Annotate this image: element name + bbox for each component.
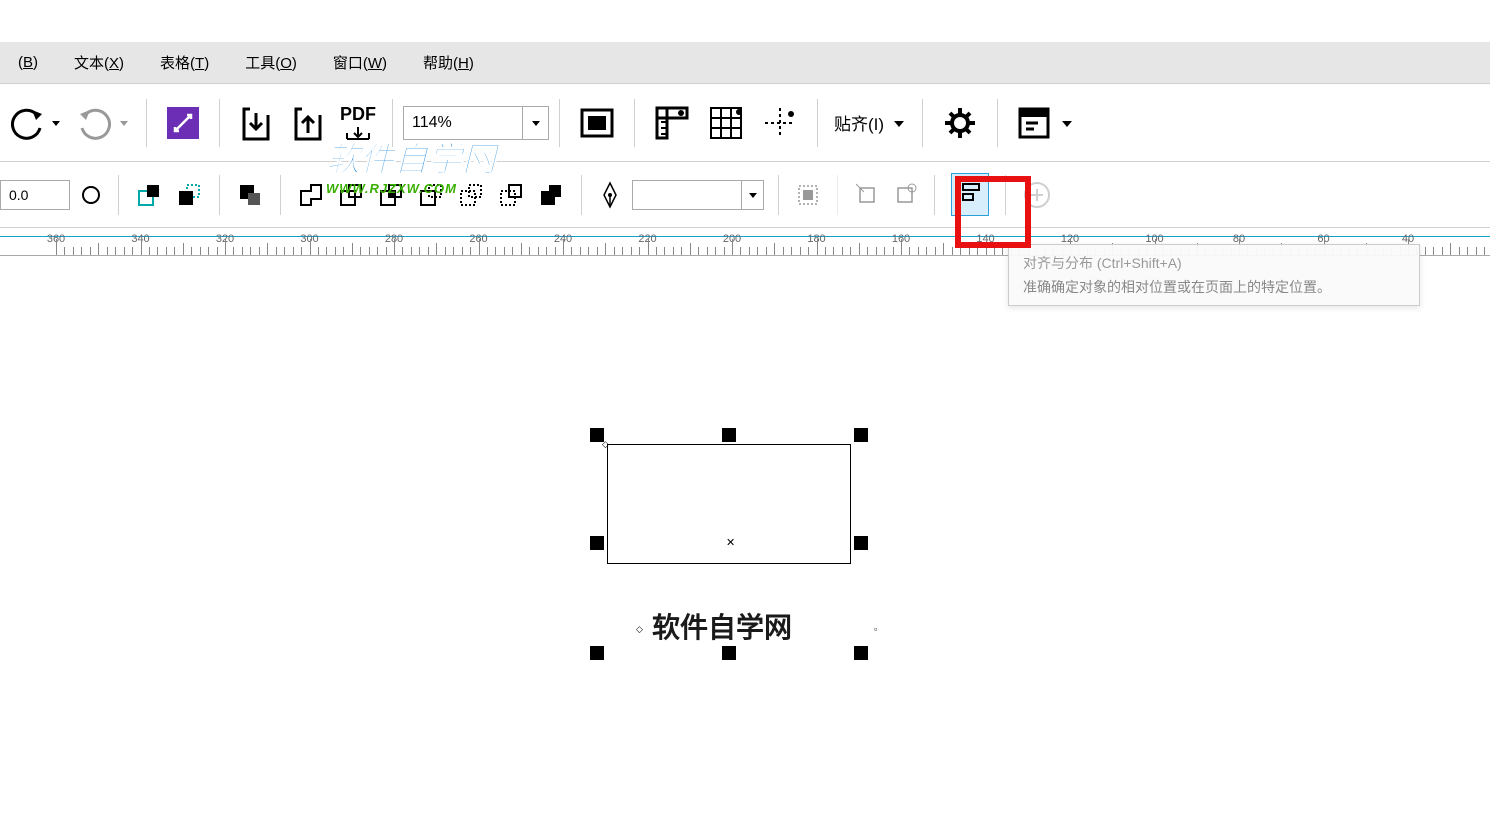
add-button [1022, 180, 1052, 210]
export-button[interactable] [236, 103, 276, 143]
guidelines-button[interactable] [759, 102, 801, 144]
selection-handle[interactable] [590, 536, 604, 550]
chevron-down-icon [530, 117, 542, 129]
canvas-area[interactable]: ✕ ◇ 软件自学网 ◇ ▫ [0, 256, 1490, 821]
chevron-down-icon [118, 117, 130, 129]
value-input[interactable] [0, 180, 70, 210]
selection-handle[interactable] [722, 428, 736, 442]
menu-item-tools[interactable]: 工具(O) [227, 52, 315, 73]
toolbar-separator [392, 99, 393, 147]
menu-item-help[interactable]: 帮助(H) [405, 52, 492, 73]
redo-button[interactable] [74, 102, 130, 144]
selection-handle[interactable] [854, 428, 868, 442]
snap-button[interactable]: 贴齐(I) [834, 110, 906, 135]
weld-button[interactable] [297, 181, 325, 209]
outline-pen-button[interactable] [598, 181, 622, 209]
chevron-down-icon [1060, 117, 1074, 129]
menu-item-text[interactable]: 文本(X) [56, 52, 142, 73]
intersect-button[interactable] [377, 181, 405, 209]
align-distribute-button[interactable] [951, 173, 989, 216]
toolbar-separator [219, 175, 220, 215]
toolbar-separator [219, 99, 220, 147]
pdf-export-button[interactable]: PDF [340, 104, 376, 141]
align-icon [951, 173, 989, 216]
toolbar-separator [997, 99, 998, 147]
powerclip-button [854, 182, 880, 208]
gear-icon [939, 102, 981, 144]
toolbar-separator [1005, 175, 1006, 215]
toolbar-separator [922, 99, 923, 147]
toolbar-separator [118, 175, 119, 215]
import-file-button[interactable] [288, 103, 328, 143]
toolbar-separator [581, 175, 582, 215]
selection-handle[interactable] [590, 428, 604, 442]
selection-handle[interactable] [722, 646, 736, 660]
convert-curves-button[interactable] [236, 181, 264, 209]
toolbar-separator [817, 99, 818, 147]
menu-item-table[interactable]: 表格(T) [142, 52, 227, 73]
options-button[interactable] [939, 102, 981, 144]
zoom-input[interactable] [403, 106, 523, 140]
to-front-button[interactable] [135, 181, 163, 209]
undo-button[interactable] [6, 102, 62, 144]
chevron-down-icon [892, 117, 906, 129]
toolbar-separator [559, 99, 560, 147]
trim-button[interactable] [337, 181, 365, 209]
boundary-button[interactable] [537, 181, 565, 209]
grid-button[interactable] [705, 102, 747, 144]
toolbar-separator [634, 99, 635, 147]
object-center-marker: ✕ [726, 536, 735, 549]
launch-button[interactable] [1014, 103, 1074, 143]
outline-width-combo[interactable] [632, 180, 764, 210]
toolbar-separator [837, 175, 838, 215]
property-bar [0, 162, 1490, 228]
toolbar-separator [778, 175, 779, 215]
toolbar-separator [280, 175, 281, 215]
pen-icon [598, 181, 622, 209]
menu-item-b[interactable]: (B) [0, 54, 56, 71]
simplify-button[interactable] [417, 181, 445, 209]
menu-item-window[interactable]: 窗口(W) [315, 52, 405, 73]
tooltip-description: 准确确定对象的相对位置或在页面上的特定位置。 [1023, 277, 1405, 297]
menu-bar: (B) 文本(X) 表格(T) 工具(O) 窗口(W) 帮助(H) [0, 42, 1490, 84]
wrap-text-button [795, 182, 821, 208]
plus-icon [1022, 180, 1052, 210]
tooltip-title: 对齐与分布 (Ctrl+Shift+A) [1023, 253, 1405, 273]
tooltip: 对齐与分布 (Ctrl+Shift+A) 准确确定对象的相对位置或在页面上的特定… [1008, 244, 1420, 306]
import-button[interactable] [163, 103, 203, 143]
to-back-button[interactable] [175, 181, 203, 209]
powerclip2-button [892, 182, 918, 208]
rulers-button[interactable] [651, 102, 693, 144]
back-minus-front-button[interactable] [497, 181, 525, 209]
chevron-down-icon [50, 117, 62, 129]
chevron-down-icon [748, 190, 758, 200]
standard-toolbar: PDF 贴齐(I) [0, 84, 1490, 162]
circle-icon-button[interactable] [80, 184, 102, 206]
zoom-combo[interactable] [403, 106, 549, 140]
fullscreen-button[interactable] [576, 102, 618, 144]
toolbar-separator [146, 99, 147, 147]
selection-handle[interactable] [590, 646, 604, 660]
outline-width-input[interactable] [632, 180, 742, 210]
snap-label: 贴齐(I) [834, 110, 884, 135]
selection-handle[interactable] [854, 646, 868, 660]
circle-icon [80, 184, 102, 206]
selection-handle[interactable] [854, 536, 868, 550]
front-minus-back-button[interactable] [457, 181, 485, 209]
text-object[interactable]: 软件自学网 [652, 606, 792, 646]
toolbar-separator [934, 175, 935, 215]
